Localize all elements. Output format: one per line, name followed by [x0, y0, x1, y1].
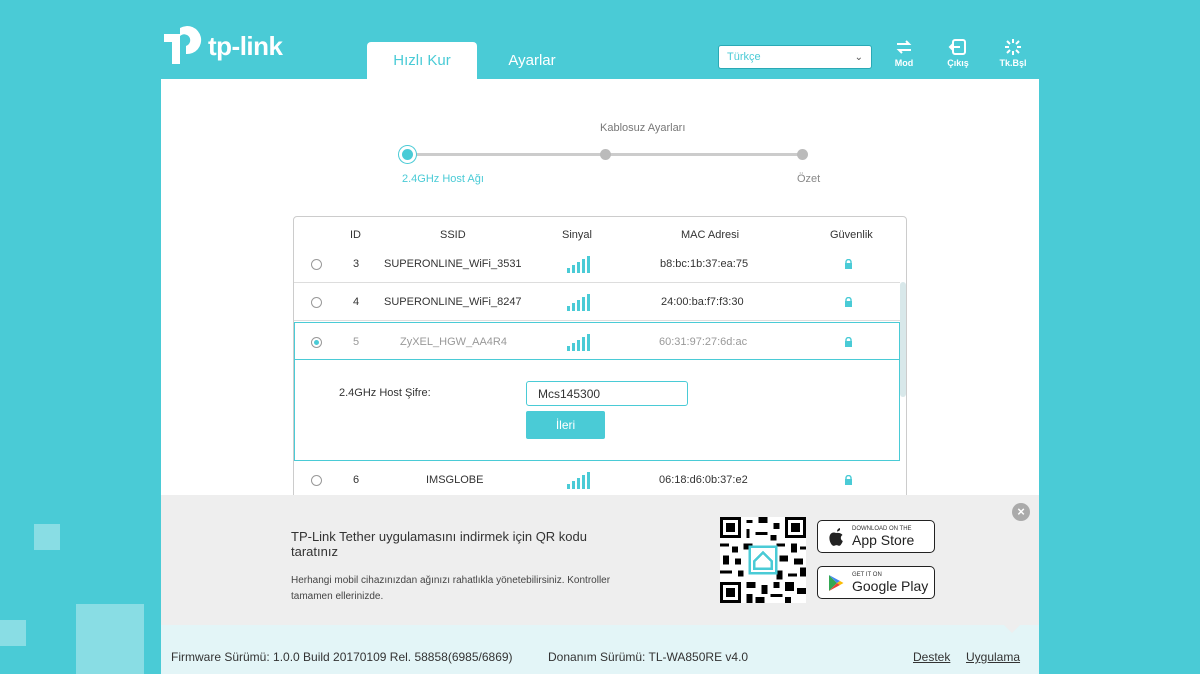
promo-title: TP-Link Tether uygulamasını indirmek içi…	[291, 529, 587, 559]
background-decoration	[76, 604, 144, 674]
hardware-version: Donanım Sürümü: TL-WA850RE v4.0	[548, 650, 749, 664]
wizard-step-label-1: 2.4GHz Host Ağı	[402, 173, 484, 185]
header-security: Güvenlik	[830, 229, 873, 241]
logout-label: Çıkış	[947, 58, 969, 68]
reboot-icon	[1005, 39, 1021, 55]
row-ssid: SUPERONLINE_WiFi_8247	[384, 296, 522, 308]
table-scrollbar[interactable]	[900, 282, 906, 397]
row-mac: b8:bc:1b:37:ea:75	[660, 258, 749, 270]
row-radio[interactable]	[311, 258, 322, 270]
wizard-step-dot-2	[600, 149, 611, 160]
lock-icon	[845, 337, 852, 347]
row-radio[interactable]	[311, 296, 322, 308]
support-link[interactable]: Destek	[913, 650, 950, 664]
google-play-label: Google Play	[852, 577, 929, 594]
signal-strength-icon	[567, 255, 590, 273]
header-ssid: SSID	[440, 229, 466, 241]
chevron-down-icon: ⌄	[854, 51, 863, 63]
tab-settings[interactable]: Ayarlar	[488, 42, 576, 79]
table-row[interactable]: 4 SUPERONLINE_WiFi_8247 24:00:ba:f7:f3:3…	[294, 283, 900, 321]
row-mac: 60:31:97:27:6d:ac	[659, 336, 748, 348]
row-id: 4	[353, 296, 360, 308]
background-decoration	[0, 620, 26, 646]
table-row-selected[interactable]: 5 ZyXEL_HGW_AA4R4 60:31:97:27:6d:ac	[294, 322, 900, 360]
row-id: 6	[353, 474, 360, 486]
row-ssid: ZyXEL_HGW_AA4R4	[400, 336, 507, 348]
mode-switch-icon	[896, 40, 912, 54]
header-mac: MAC Adresi	[681, 229, 740, 241]
wizard-step-title: Kablosuz Ayarları	[600, 122, 686, 134]
row-radio[interactable]	[311, 474, 322, 486]
row-id: 3	[353, 258, 360, 270]
row-ssid: SUPERONLINE_WiFi_3531	[384, 258, 522, 270]
next-button[interactable]: İleri	[526, 411, 605, 439]
apple-icon	[829, 527, 843, 546]
password-input[interactable]	[526, 381, 688, 406]
wizard-step-dot-3	[797, 149, 808, 160]
close-icon[interactable]: ×	[1012, 503, 1030, 521]
tab-quick-setup[interactable]: Hızlı Kur	[367, 42, 477, 79]
logo-text: tp-link	[208, 30, 283, 61]
google-play-icon	[829, 574, 844, 591]
wizard-step-dot-1	[402, 149, 413, 160]
tp-link-logo-icon	[164, 26, 202, 64]
mode-label: Mod	[894, 58, 914, 68]
logout-icon	[948, 39, 966, 55]
network-table: ID SSID Sinyal MAC Adresi Güvenlik 3 SUP…	[293, 216, 907, 506]
language-select[interactable]: Türkçe ⌄	[718, 45, 872, 69]
app-store-button[interactable]: DOWNLOAD ON THE App Store	[817, 520, 935, 553]
wizard-step-label-3: Özet	[797, 173, 821, 185]
language-value: Türkçe	[727, 51, 761, 63]
row-mac: 06:18:d6:0b:37:e2	[659, 474, 748, 486]
lock-icon	[845, 297, 852, 307]
table-row[interactable]: 6 IMSGLOBE 06:18:d6:0b:37:e2	[294, 461, 900, 499]
row-radio-selected[interactable]	[311, 336, 322, 348]
reboot-label: Tk.Bşl	[999, 58, 1027, 68]
app-link[interactable]: Uygulama	[966, 650, 1020, 664]
background-decoration	[34, 524, 60, 550]
lock-icon	[845, 259, 852, 269]
header-id: ID	[350, 229, 361, 241]
password-panel: 2.4GHz Host Şifre: İleri	[294, 360, 900, 461]
firmware-version: Firmware Sürümü: 1.0.0 Build 20170109 Re…	[171, 650, 513, 664]
logout-button[interactable]: Çıkış	[938, 38, 978, 68]
app-promo-banner: × TP-Link Tether uygulamasını indirmek i…	[161, 495, 1039, 625]
footer: Firmware Sürümü: 1.0.0 Build 20170109 Re…	[161, 625, 1039, 674]
mode-button[interactable]: Mod	[884, 38, 924, 68]
qr-code-icon	[720, 517, 806, 603]
promo-description: Herhangi mobil cihazınızdan ağınızı raha…	[291, 575, 611, 602]
header-signal: Sinyal	[562, 229, 592, 241]
promo-pointer	[1004, 625, 1020, 633]
lock-icon	[845, 475, 852, 485]
row-mac: 24:00:ba:f7:f3:30	[661, 296, 744, 308]
tp-link-logo: tp-link	[160, 24, 283, 68]
signal-strength-icon	[567, 471, 590, 489]
app-store-label: App Store	[852, 531, 915, 548]
reboot-button[interactable]: Tk.Bşl	[993, 38, 1033, 68]
signal-strength-icon	[567, 293, 590, 311]
table-row[interactable]: 3 SUPERONLINE_WiFi_3531 b8:bc:1b:37:ea:7…	[294, 245, 900, 283]
password-label: 2.4GHz Host Şifre:	[339, 387, 431, 399]
row-id: 5	[353, 336, 360, 348]
signal-strength-icon	[567, 333, 590, 351]
row-ssid: IMSGLOBE	[426, 474, 484, 486]
google-play-button[interactable]: GET IT ON Google Play	[817, 566, 935, 599]
